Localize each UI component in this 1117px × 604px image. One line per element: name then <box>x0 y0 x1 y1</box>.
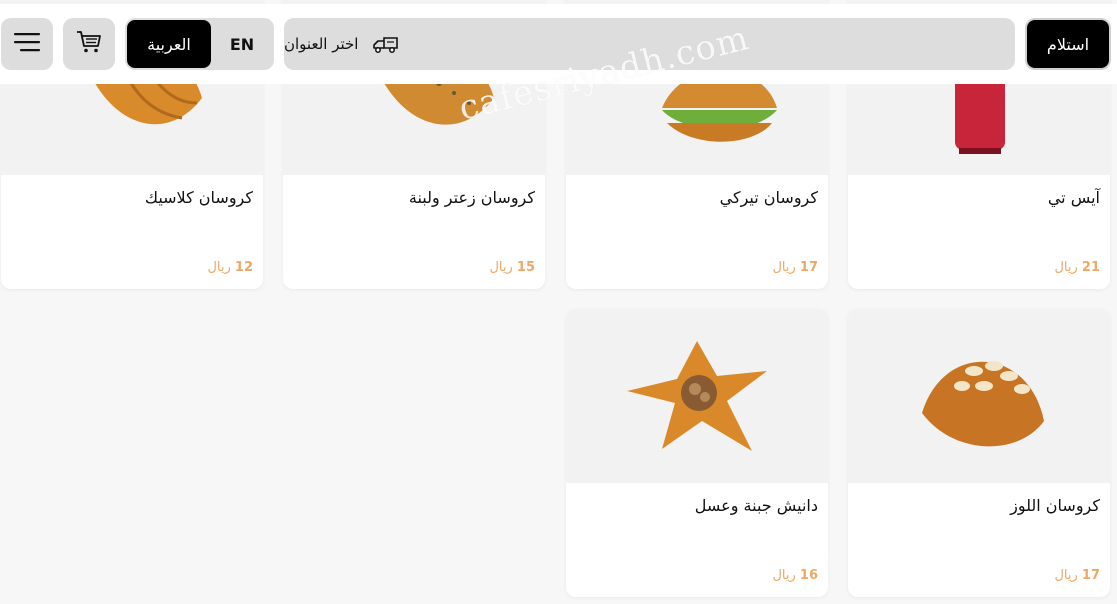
cart-button[interactable] <box>63 18 115 70</box>
menu-button[interactable] <box>1 18 53 70</box>
language-switcher: العربية EN <box>125 18 274 70</box>
product-name: آيس تي <box>1047 188 1100 207</box>
lang-arabic-button[interactable]: العربية <box>127 20 211 68</box>
product-name: كروسان كلاسيك <box>144 188 253 207</box>
pickup-button[interactable]: استلام <box>1025 18 1111 70</box>
lang-english-button[interactable]: EN <box>217 20 267 68</box>
product-image <box>848 309 1110 483</box>
product-price: 15 ريال <box>489 260 535 275</box>
product-price: 12 ريال <box>207 260 253 275</box>
product-image <box>566 309 828 483</box>
product-name: دانيش جبنة وعسل <box>694 496 818 515</box>
product-card-cheese-honey-danish[interactable]: دانيش جبنة وعسل 16 ريال <box>566 309 828 597</box>
hamburger-icon <box>13 32 41 56</box>
delivery-truck-icon <box>372 34 399 54</box>
product-name: كروسان تيركي <box>719 188 818 207</box>
product-name: كروسان زعتر ولبنة <box>408 188 535 207</box>
product-price: 16 ريال <box>772 568 818 583</box>
product-name: كروسان اللوز <box>1010 496 1100 515</box>
product-price: 17 ريال <box>772 260 818 275</box>
product-card-almond-croissant[interactable]: كروسان اللوز 17 ريال <box>848 309 1110 597</box>
cart-icon <box>76 30 102 58</box>
product-price: 21 ريال <box>1054 260 1100 275</box>
address-label: اختر العنوان <box>284 35 359 53</box>
product-price: 17 ريال <box>1054 568 1100 583</box>
